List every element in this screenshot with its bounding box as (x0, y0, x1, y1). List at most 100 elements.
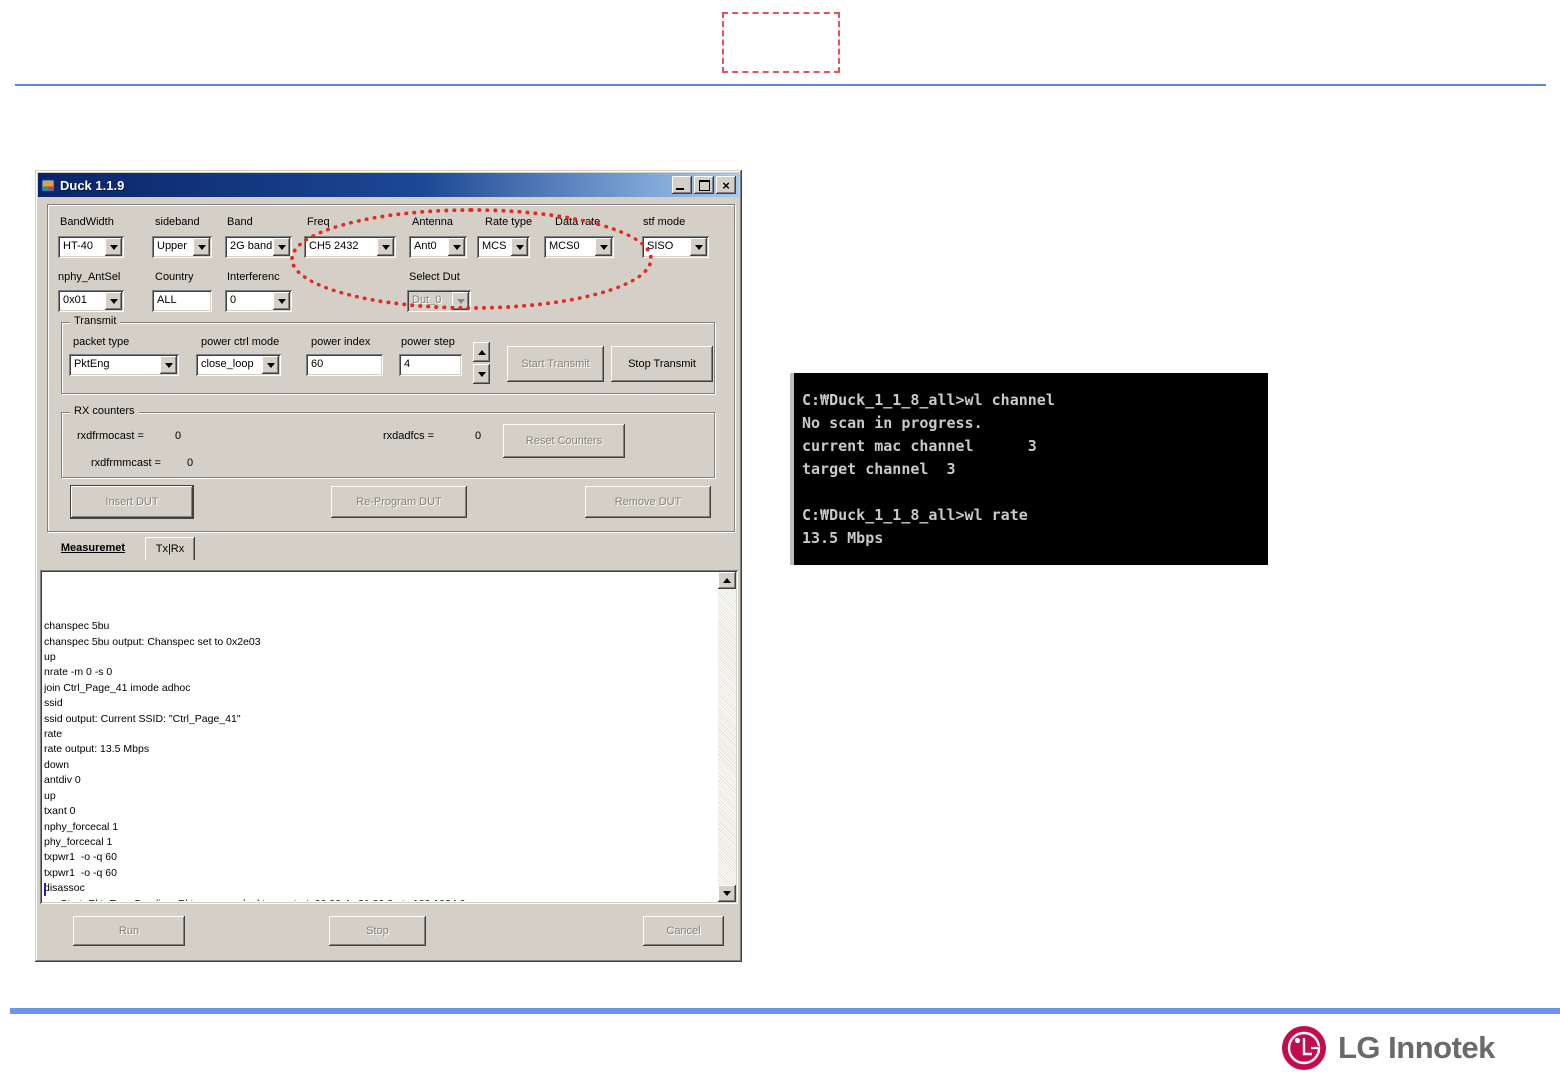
packet-type-value: PktEng (74, 358, 110, 370)
maximize-button[interactable] (694, 176, 714, 194)
stop-transmit-button[interactable]: Stop Transmit (611, 346, 713, 382)
cancel-label: Cancel (666, 925, 701, 937)
bandwidth-value: HT-40 (63, 240, 93, 252)
chevron-down-icon[interactable] (262, 356, 279, 374)
chevron-up-icon (723, 578, 731, 583)
select-dut-select[interactable]: Dut_0 (407, 290, 471, 312)
chevron-down-icon[interactable] (511, 238, 528, 256)
antenna-value: Ant0 (414, 240, 437, 252)
cancel-button[interactable]: Cancel (643, 916, 724, 946)
sideband-label: sideband (155, 216, 200, 228)
rxdfrmocast-value: 0 (175, 430, 182, 442)
reset-counters-button[interactable]: Reset Counters (503, 424, 625, 458)
chevron-down-icon[interactable] (273, 238, 290, 256)
freq-label: Freq (307, 216, 330, 228)
terminal-line: No scan in progress. (802, 414, 983, 432)
chevron-down-icon[interactable] (105, 238, 122, 256)
log-line: up (44, 789, 56, 802)
log-output-area[interactable]: chanspec 5bu chanspec 5bu output: Chanspe… (40, 570, 738, 904)
log-line: rate (44, 728, 63, 741)
scroll-down-button[interactable] (718, 885, 736, 902)
nphy-antsel-value: 0x01 (63, 294, 87, 306)
power-ctrl-mode-value: close_loop (201, 358, 254, 370)
start-transmit-button[interactable]: Start Transmit (507, 346, 604, 382)
band-select[interactable]: 2G band (225, 236, 292, 258)
chevron-down-icon[interactable] (193, 238, 210, 256)
chevron-down-icon[interactable] (160, 356, 177, 374)
sideband-select[interactable]: Upper (152, 236, 212, 258)
remove-dut-button[interactable]: Remove DUT (585, 486, 711, 518)
reset-counters-label: Reset Counters (525, 435, 603, 447)
log-line: phy_forcecal 1 (44, 835, 113, 848)
terminal-line: 13.5 Mbps (802, 529, 884, 547)
rate-type-select[interactable]: MCS (477, 236, 530, 258)
select-dut-label: Select Dut (409, 271, 460, 283)
chevron-down-icon[interactable] (595, 238, 612, 256)
interference-value: 0 (230, 294, 237, 306)
titlebar[interactable]: Duck 1.1.9 × (38, 173, 739, 197)
header-divider-line (15, 84, 1546, 86)
log-line: txant 0 (44, 805, 76, 818)
power-step-stepper[interactable] (473, 342, 490, 384)
power-step-label: power step (401, 336, 455, 348)
nphy-antsel-select[interactable]: 0x01 (58, 290, 124, 312)
insert-dut-button[interactable]: Insert DUT (70, 485, 194, 519)
spinner-up-button[interactable] (473, 342, 490, 362)
country-label: Country (155, 271, 194, 283)
rate-type-label: Rate type (485, 216, 533, 228)
packet-type-select[interactable]: PktEng (69, 354, 179, 376)
log-scrollbar[interactable] (718, 572, 736, 902)
power-index-field[interactable]: 60 (306, 354, 383, 376)
stop-button[interactable]: Stop (329, 916, 426, 946)
interference-select[interactable]: 0 (225, 290, 292, 312)
minimize-button[interactable] (672, 176, 692, 194)
terminal-window[interactable]: C:₩Duck_1_1_8_all>wl channel No scan in p… (790, 373, 1268, 565)
close-icon: × (722, 177, 730, 193)
scroll-up-button[interactable] (718, 572, 736, 589)
reprogram-dut-button[interactable]: Re-Program DUT (331, 486, 467, 518)
power-index-value: 60 (311, 358, 324, 370)
log-line: join Ctrl_Page_41 imode adhoc (44, 681, 191, 694)
remove-dut-label: Remove DUT (614, 496, 682, 508)
close-button[interactable]: × (716, 176, 736, 194)
log-line: disassoc (44, 882, 85, 895)
chevron-down-icon[interactable] (377, 238, 394, 256)
stf-mode-select[interactable]: SISO (642, 236, 709, 258)
rxdadfcs-label: rxdadfcs = (383, 430, 435, 442)
run-label: Run (118, 925, 140, 937)
log-text: chanspec 5bu chanspec 5bu output: Chanspe… (44, 573, 714, 901)
chevron-down-icon[interactable] (448, 238, 465, 256)
freq-select[interactable]: CH5 2432 (304, 236, 396, 258)
rxdfrmocast-label: rxdfrmocast = (77, 430, 144, 442)
reprogram-dut-label: Re-Program DUT (356, 496, 442, 508)
tab-measurement[interactable]: Measuremet (45, 536, 141, 560)
bandwidth-select[interactable]: HT-40 (58, 236, 124, 258)
terminal-line: target channel 3 (802, 460, 956, 478)
log-line: txpwr1 -o -q 60 (44, 866, 117, 879)
tab-txrx[interactable]: Tx|Rx (145, 537, 195, 560)
power-step-value: 4 (404, 358, 411, 370)
power-ctrl-mode-label: power ctrl mode (201, 336, 280, 348)
power-step-field[interactable]: 4 (399, 354, 462, 376)
chevron-down-icon[interactable] (273, 292, 290, 310)
log-line: rate output: 13.5 Mbps (44, 743, 150, 756)
log-line: chanspec 5bu output: Chanspec set to 0x2… (44, 635, 261, 648)
select-dut-value: Dut_0 (412, 294, 442, 306)
rxdadfcs-value: 0 (475, 430, 482, 442)
chevron-down-icon (723, 891, 731, 896)
run-button[interactable]: Run (73, 916, 185, 946)
log-line: down (44, 758, 70, 771)
spinner-down-button[interactable] (473, 364, 490, 384)
log-line: chanspec 5bu (44, 620, 110, 633)
terminal-line: current mac channel 3 (802, 437, 1037, 455)
power-ctrl-mode-select[interactable]: close_loop (196, 354, 281, 376)
chevron-down-icon[interactable] (105, 292, 122, 310)
bandwidth-label: BandWidth (60, 216, 114, 228)
country-field[interactable]: ALL (152, 290, 212, 312)
data-rate-value: MCS0 (549, 240, 580, 252)
annotation-empty-box (722, 12, 840, 73)
antenna-select[interactable]: Ant0 (409, 236, 467, 258)
data-rate-select[interactable]: MCS0 (544, 236, 614, 258)
log-line: --- Start_Pkt_Eng_Sending_Pkt, command: … (44, 897, 714, 901)
chevron-down-icon[interactable] (690, 238, 707, 256)
